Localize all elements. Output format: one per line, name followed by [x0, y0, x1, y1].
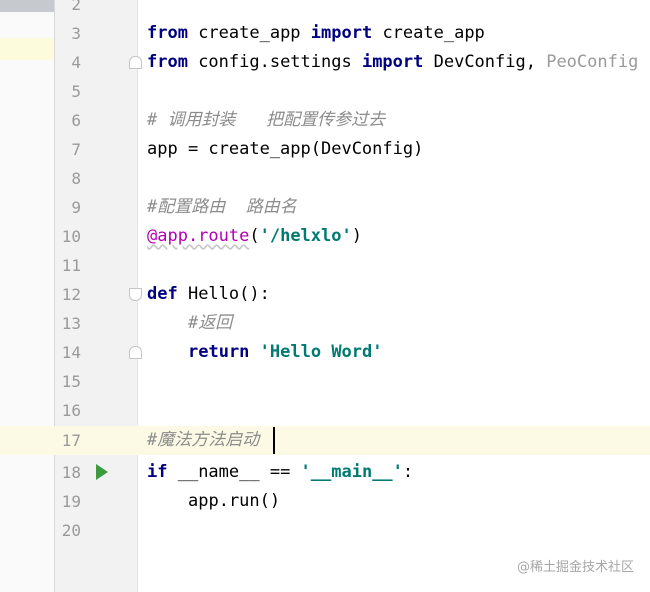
code-line: 16: [0, 396, 650, 425]
code-text[interactable]: @app.route('/helxlo'): [147, 222, 362, 251]
code-line: 15: [0, 367, 650, 396]
line-number: 5: [71, 82, 81, 101]
line-number: 16: [61, 401, 81, 420]
fold-marker-icon[interactable]: [129, 346, 142, 359]
code-comment[interactable]: # 调用封装 把配置传参过去: [147, 106, 385, 135]
line-number: 9: [71, 198, 81, 217]
code-text[interactable]: return 'Hello Word': [188, 338, 383, 367]
code-line: 8: [0, 164, 650, 193]
code-line: 18 if __name__ == '__main__':: [0, 458, 650, 487]
code-line: 19 app.run(): [0, 487, 650, 516]
code-text[interactable]: from create_app import create_app: [147, 19, 485, 48]
code-line: 5: [0, 77, 650, 106]
line-number: 14: [61, 343, 81, 362]
line-number: 3: [71, 24, 81, 43]
line-number: 19: [61, 492, 81, 511]
line-number: 8: [71, 169, 81, 188]
code-text[interactable]: app = create_app(DevConfig): [147, 135, 423, 164]
line-number: 20: [61, 521, 81, 540]
code-comment[interactable]: #魔法方法启动: [147, 426, 259, 455]
code-line: 12 def Hello():: [0, 280, 650, 309]
code-line: 2: [0, 0, 650, 19]
line-number: 18: [61, 463, 81, 482]
code-line: 11: [0, 251, 650, 280]
line-number: 11: [61, 256, 81, 275]
run-triangle-icon[interactable]: [96, 464, 108, 480]
code-text[interactable]: app.run(): [188, 487, 280, 516]
code-line: 14 return 'Hello Word': [0, 338, 650, 367]
code-line: 20: [0, 516, 650, 545]
code-comment[interactable]: #返回: [188, 309, 232, 338]
line-number: 15: [61, 372, 81, 391]
fold-marker-icon[interactable]: [129, 56, 142, 69]
line-number: 10: [61, 227, 81, 246]
watermark: @稀土掘金技术社区: [516, 560, 634, 575]
code-comment[interactable]: #配置路由 路由名: [147, 193, 297, 222]
code-line: 9 #配置路由 路由名: [0, 193, 650, 222]
current-code-line: 17 #魔法方法启动: [0, 426, 650, 455]
code-line: 6 # 调用封装 把配置传参过去: [0, 106, 650, 135]
line-number: 6: [71, 111, 81, 130]
code-line: 3 from create_app import create_app: [0, 19, 650, 48]
line-number: 17: [61, 431, 81, 450]
line-number: 2: [71, 0, 81, 14]
code-line: 4 from config.settings import DevConfig,…: [0, 48, 650, 77]
line-number: 4: [71, 53, 81, 72]
fold-marker-icon[interactable]: [129, 288, 142, 301]
text-caret: [273, 427, 275, 454]
code-text[interactable]: def Hello():: [147, 280, 270, 309]
line-number: 7: [71, 140, 81, 159]
code-line: 7 app = create_app(DevConfig): [0, 135, 650, 164]
line-number: 13: [61, 314, 81, 333]
code-text[interactable]: if __name__ == '__main__':: [147, 458, 413, 487]
code-text[interactable]: from config.settings import DevConfig, P…: [147, 48, 638, 77]
code-line: 10 @app.route('/helxlo'): [0, 222, 650, 251]
code-line: 13 #返回: [0, 309, 650, 338]
line-number: 12: [61, 285, 81, 304]
